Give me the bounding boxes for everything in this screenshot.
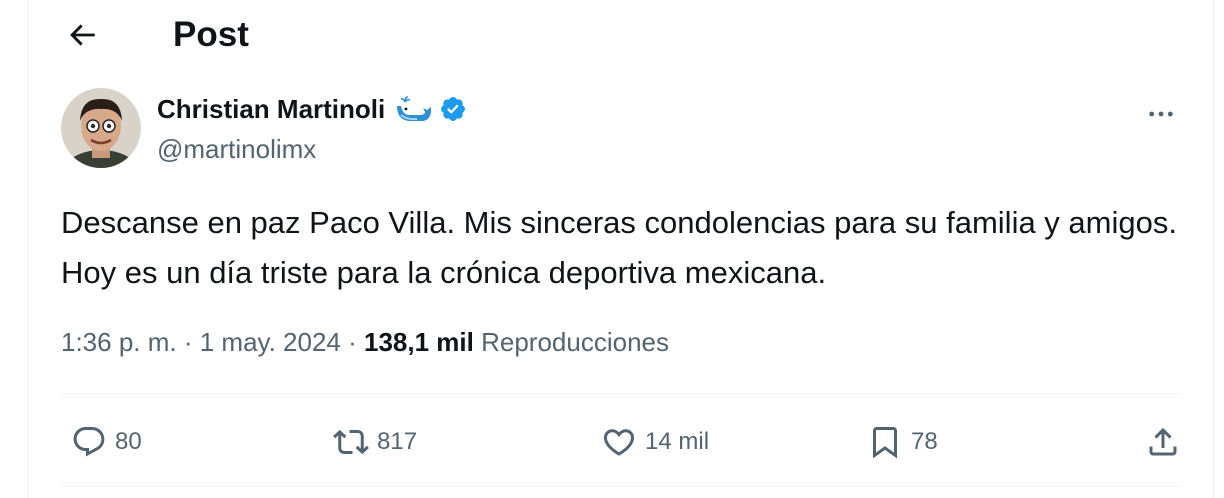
avatar-image [61,88,141,168]
repost-icon [333,429,369,455]
display-name[interactable]: Christian Martinoli [157,92,385,126]
verified-badge-icon [439,95,467,123]
post-header: Post [29,0,1213,70]
divider [61,486,1181,487]
bookmark-icon [873,427,897,459]
post-meta: 1:36 p. m. · 1 may. 2024 · 138,1 mil Rep… [61,325,669,359]
heart-icon [603,429,635,456]
reply-count: 80 [115,428,142,455]
post-time[interactable]: 1:36 p. m. [61,327,177,357]
post-date[interactable]: 1 may. 2024 [200,327,341,357]
reply-button[interactable]: 80 [71,412,142,472]
share-icon [1149,427,1177,456]
repost-button[interactable]: 817 [333,412,417,472]
avatar[interactable] [61,88,141,168]
whale-icon [395,94,433,124]
user-handle[interactable]: @martinolimx [157,132,316,166]
post-text: Descanse en paz Paco Villa. Mis sinceras… [61,205,1177,290]
back-button[interactable] [61,14,103,56]
repost-count: 817 [377,428,418,455]
like-button[interactable]: 14 mil [601,412,709,472]
arrow-left-icon [70,24,95,46]
meta-separator: · [176,327,200,357]
more-icon [1149,111,1173,117]
share-button[interactable] [1145,412,1181,472]
bookmark-count: 78 [911,428,938,455]
divider [61,393,1181,394]
action-bar: 80 817 14 mil 78 [61,412,1181,472]
bookmark-button[interactable]: 78 [867,412,938,472]
views-label: Reproducciones [481,327,669,357]
name-row: Christian Martinoli [157,92,467,126]
page-title: Post [173,15,249,54]
more-options-button[interactable] [1141,94,1181,134]
like-count: 14 mil [645,428,710,455]
views-count: 138,1 mil [364,327,474,357]
post-author: Christian Martinoli @martinolimx [61,88,1181,170]
meta-separator: · [340,327,365,357]
reply-icon [73,427,105,457]
post-detail-panel: Post Christian Martinoli @martinolimx De… [28,0,1214,498]
